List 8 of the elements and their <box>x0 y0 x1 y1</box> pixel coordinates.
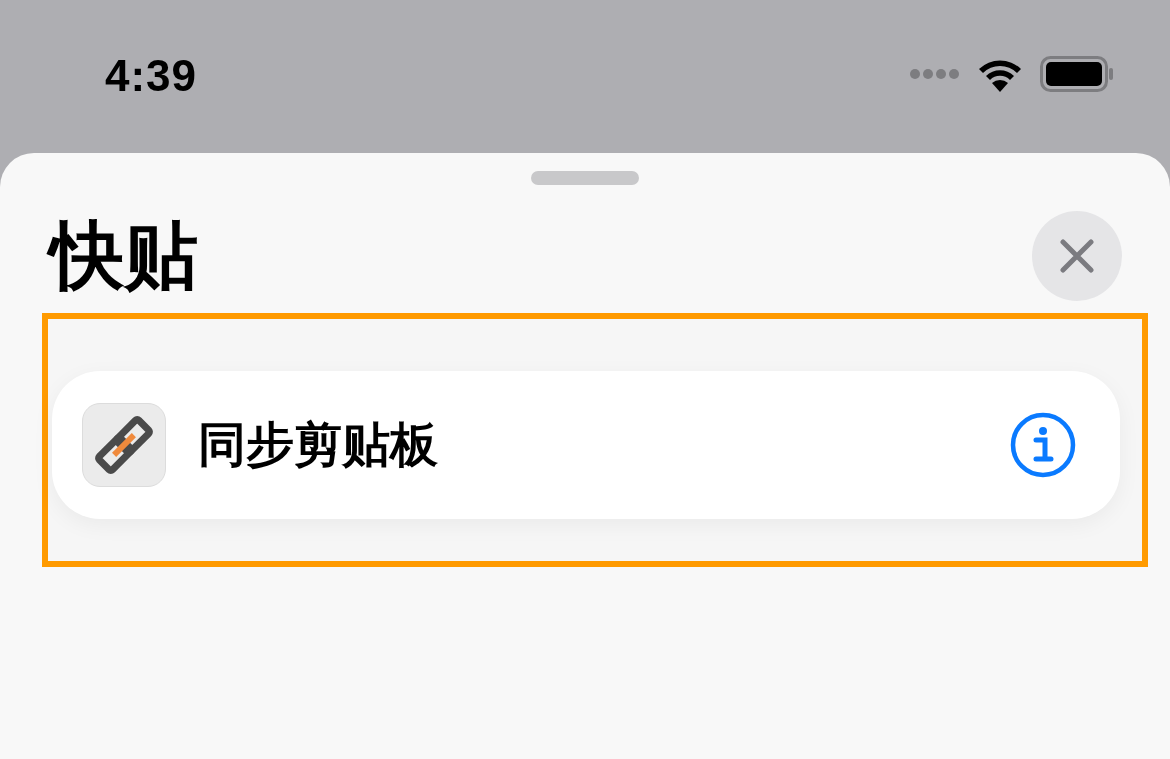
app-icon <box>82 403 166 487</box>
status-time: 4:39 <box>105 51 198 101</box>
shortcut-row[interactable]: 同步剪贴板 <box>52 371 1120 519</box>
battery-icon <box>1040 56 1114 92</box>
signal-icon <box>910 69 960 79</box>
shortcut-name: 同步剪贴板 <box>198 417 439 473</box>
info-icon[interactable] <box>1010 412 1076 478</box>
close-icon <box>1059 238 1095 274</box>
